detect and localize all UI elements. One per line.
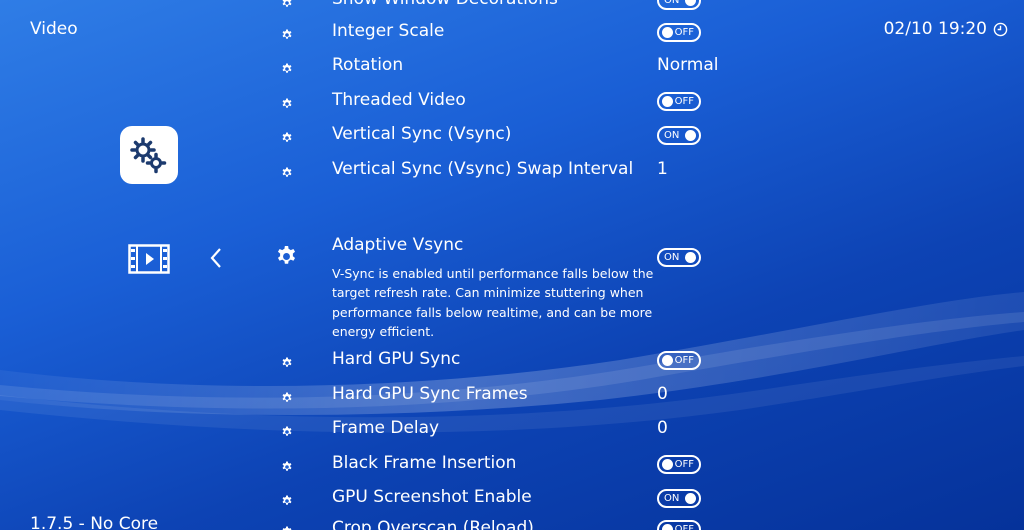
setting-adaptive-vsync[interactable]: Adaptive Vsync ON V-Sync is enabled until … [0,234,1024,344]
setting-rotation[interactable]: Rotation Normal [0,52,1024,82]
toggle-knob [685,252,696,263]
toggle-switch[interactable]: OFF [657,520,701,530]
toggle-state: OFF [674,27,694,38]
retroarch-xmb-screen: Video 02/10 19:20 ON Integer Scale OFF R… [0,0,1024,530]
toggle-switch[interactable]: OFF [657,351,701,370]
setting-label: Crop Overscan (Reload) [332,518,534,530]
gear-icon [282,357,292,367]
setting-label: Show Window Decorations [332,0,558,9]
setting-integer-scale[interactable]: Integer Scale OFF [0,18,1024,48]
setting-value: 1 [657,159,668,179]
setting-label: Frame Delay [332,418,440,438]
toggle-knob [685,493,696,504]
setting-label: GPU Screenshot Enable [332,487,532,507]
gear-icon [282,132,292,142]
toggle-knob [662,96,673,107]
toggle-knob [662,355,673,366]
gear-icon [282,63,292,73]
setting-label: Black Frame Insertion [332,453,517,473]
setting-hard-gpu-sync[interactable]: Hard GPU Sync OFF [0,346,1024,376]
gear-icon [282,461,292,471]
gear-icon [282,98,292,108]
gear-icon [282,167,292,177]
setting-label: Integer Scale [332,21,445,41]
toggle-state: ON [664,493,680,504]
gear-icon [282,426,292,436]
gear-icon [282,0,292,7]
toggle-state: ON [664,252,680,263]
setting-vertical-sync-vsync-swap-interval[interactable]: Vertical Sync (Vsync) Swap Interval 1 [0,156,1024,186]
toggle-state: OFF [674,355,694,366]
setting-label: Hard GPU Sync [332,349,461,369]
setting-value: Normal [657,55,719,75]
setting-hard-gpu-sync-frames[interactable]: Hard GPU Sync Frames 0 [0,381,1024,411]
setting-value: 0 [657,384,668,404]
setting-description: V-Sync is enabled until performance fall… [332,266,654,340]
toggle-switch[interactable]: ON [657,126,701,145]
gear-icon [282,495,292,505]
setting-value: 0 [657,418,668,438]
setting-label: Vertical Sync (Vsync) Swap Interval [332,159,634,179]
setting-label: Threaded Video [332,90,466,110]
setting-black-frame-insertion[interactable]: Black Frame Insertion OFF [0,450,1024,480]
setting-vertical-sync-vsync[interactable]: Vertical Sync (Vsync) ON [0,121,1024,151]
gear-icon [282,29,292,39]
toggle-switch[interactable]: OFF [657,23,701,42]
toggle-state: ON [664,0,680,6]
toggle-knob [662,27,673,38]
toggle-knob [662,459,673,470]
toggle-switch[interactable]: ON [657,489,701,508]
toggle-knob [662,524,673,530]
version-label: 1.7.5 - No Core [30,514,159,530]
setting-gpu-screenshot-enable[interactable]: GPU Screenshot Enable ON [0,484,1024,514]
setting-label: Vertical Sync (Vsync) [332,124,512,144]
toggle-switch[interactable]: ON [657,0,701,10]
gear-icon [282,392,292,402]
setting-show-window-decorations[interactable]: Show Window Decorations ON [0,0,1024,16]
setting-label: Rotation [332,55,404,75]
toggle-state: ON [664,130,680,141]
toggle-switch[interactable]: OFF [657,92,701,111]
toggle-knob [685,0,696,6]
setting-label: Adaptive Vsync [332,235,464,255]
toggle-switch[interactable]: OFF [657,455,701,474]
gear-icon [282,526,292,530]
setting-frame-delay[interactable]: Frame Delay 0 [0,415,1024,445]
toggle-switch[interactable]: ON [657,248,701,267]
toggle-state: OFF [674,459,694,470]
gear-icon [277,245,296,264]
toggle-knob [685,130,696,141]
setting-threaded-video[interactable]: Threaded Video OFF [0,87,1024,117]
toggle-state: OFF [674,524,694,530]
setting-label: Hard GPU Sync Frames [332,384,528,404]
toggle-state: OFF [674,96,694,107]
